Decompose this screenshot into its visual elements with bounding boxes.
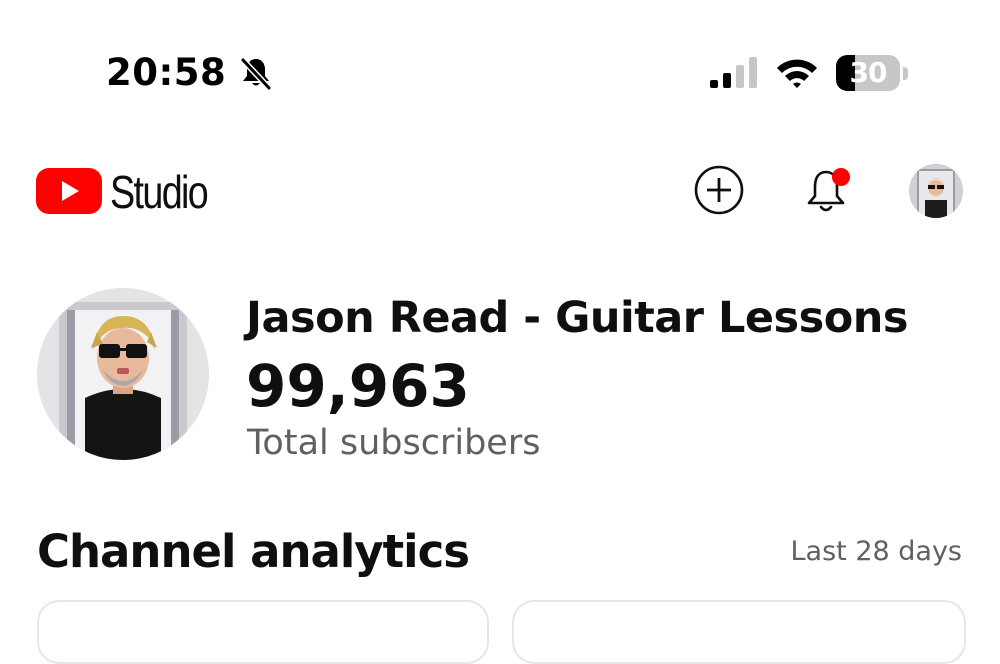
cellular-signal-icon — [710, 57, 757, 88]
create-icon[interactable] — [693, 164, 745, 216]
notifications-bell-icon[interactable] — [802, 164, 858, 218]
analytics-card[interactable] — [512, 600, 966, 664]
avatar-image — [909, 164, 963, 218]
youtube-logo[interactable] — [36, 168, 102, 214]
channel-avatar[interactable] — [37, 288, 209, 460]
channel-avatar-image — [37, 288, 209, 460]
app-title: Studio — [110, 166, 209, 218]
status-bar: 20:58 30 — [0, 0, 1000, 110]
bell-slash-icon — [240, 57, 272, 91]
status-time: 20:58 — [106, 51, 227, 94]
battery-icon: 30 — [836, 55, 910, 93]
subscriber-count: 99,963 — [246, 352, 470, 420]
notification-dot — [832, 168, 850, 186]
analytics-period: Last 28 days — [790, 536, 963, 567]
channel-name: Jason Read - Guitar Lessons — [246, 293, 909, 343]
wifi-icon — [777, 59, 817, 88]
battery-level: 30 — [849, 56, 888, 89]
account-avatar[interactable] — [909, 164, 963, 218]
section-title: Channel analytics — [37, 525, 470, 578]
analytics-card[interactable] — [37, 600, 489, 664]
subscriber-label: Total subscribers — [247, 423, 541, 463]
